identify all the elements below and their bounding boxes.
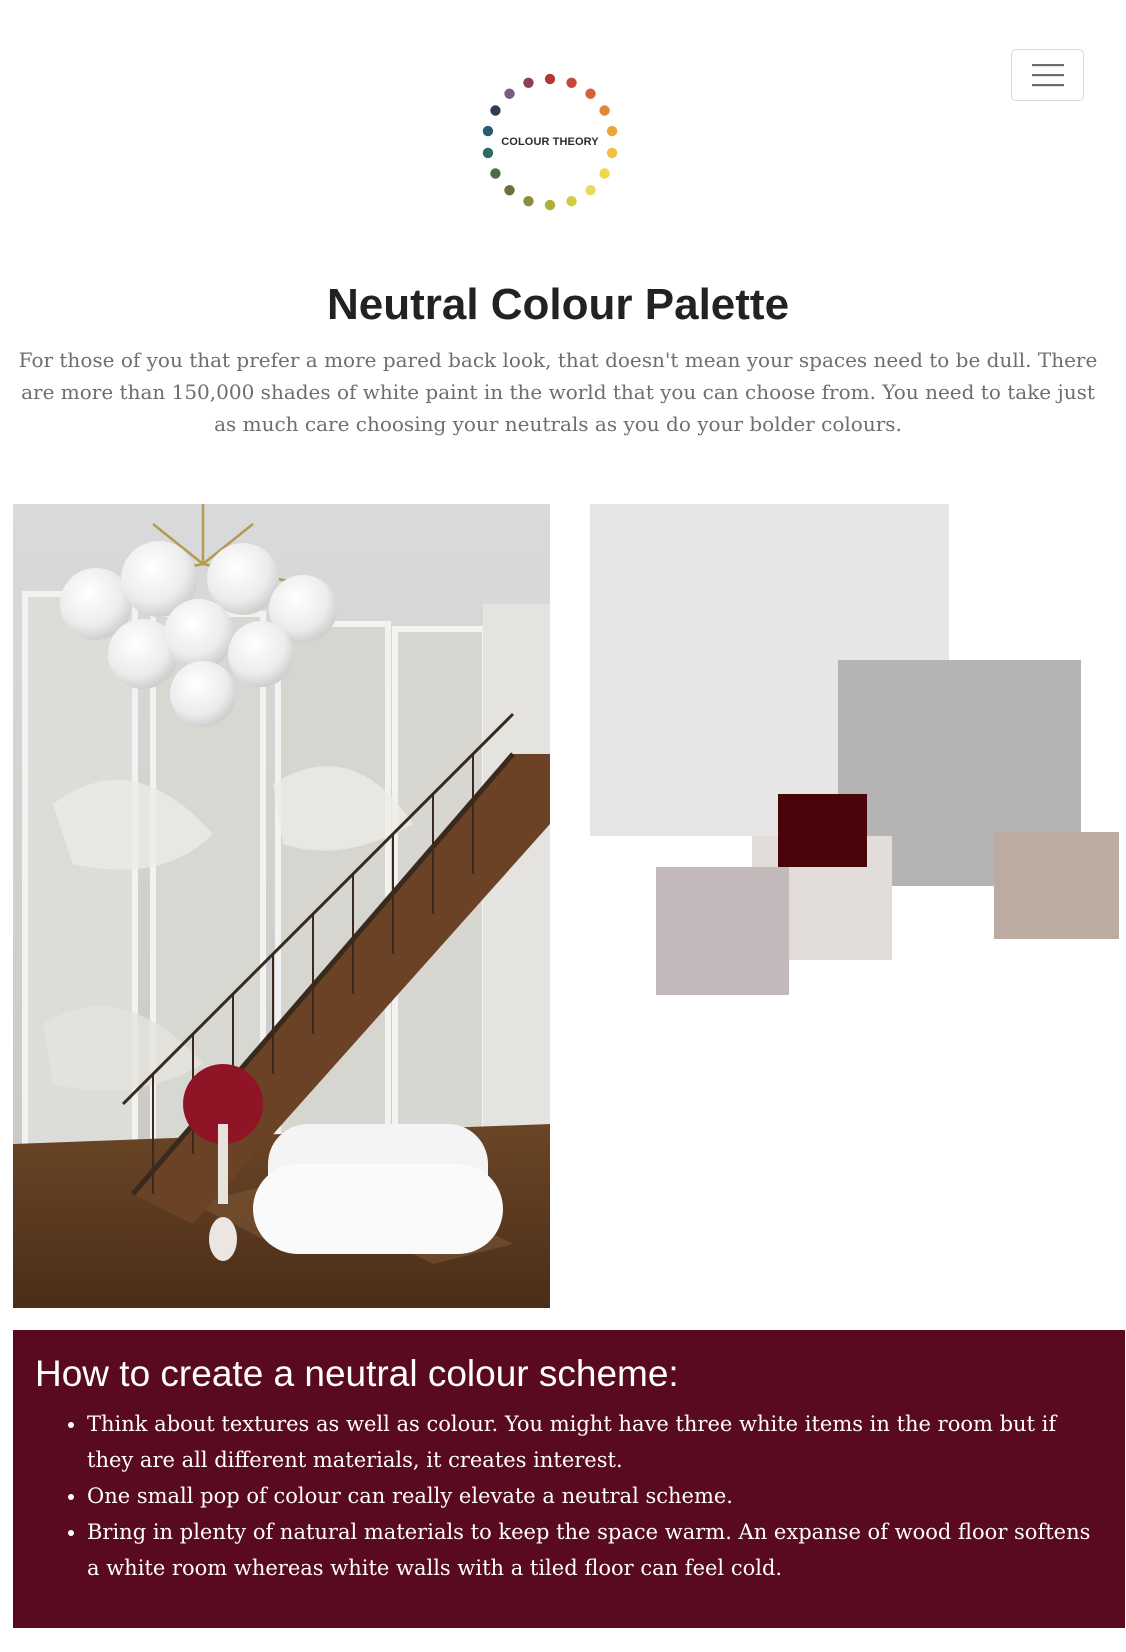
interior-photo xyxy=(13,504,550,1308)
hamburger-menu-icon xyxy=(1031,64,1064,87)
palette-swatch-taupe xyxy=(994,832,1119,939)
list-item: One small pop of colour can really eleva… xyxy=(87,1478,1103,1514)
palette-swatch-mauve-grey xyxy=(656,867,789,995)
page-title: Neutral Colour Palette xyxy=(326,280,790,329)
tips-list: Think about textures as well as colour. … xyxy=(35,1406,1103,1586)
list-item: Think about textures as well as colour. … xyxy=(87,1406,1103,1478)
menu-toggle-button[interactable] xyxy=(1011,49,1084,101)
palette-swatch-burgundy xyxy=(778,794,867,867)
list-item: Bring in plenty of natural materials to … xyxy=(87,1514,1103,1586)
tips-heading: How to create a neutral colour scheme: xyxy=(35,1353,679,1394)
tips-panel: How to create a neutral colour scheme: T… xyxy=(13,1330,1125,1628)
logo-text: COLOUR THEORY xyxy=(501,136,599,148)
colour-theory-logo[interactable]: COLOUR THEORY xyxy=(470,62,630,222)
intro-paragraph: For those of you that prefer a more pare… xyxy=(18,348,1098,436)
